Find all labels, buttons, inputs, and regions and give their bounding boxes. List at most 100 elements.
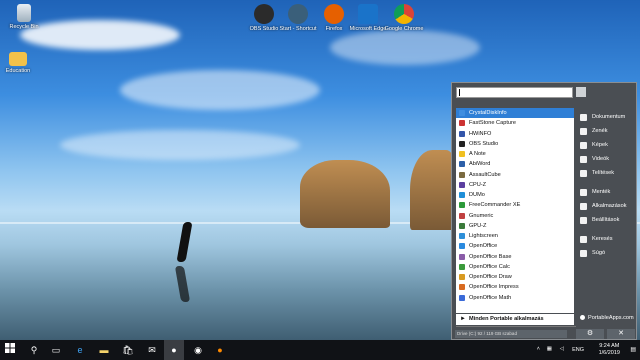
taskbar-firefox[interactable]: ●: [210, 340, 230, 360]
app-list-item[interactable]: FreeCommander XE: [456, 200, 574, 210]
portableapps-menu: CrystalDiskInfo FastStone Capture HWiNFO OB…: [451, 82, 637, 340]
abiword-icon: [459, 161, 465, 168]
side-menu-label: Súgó: [592, 250, 606, 256]
clock-date: 1/6/2019: [598, 350, 620, 356]
all-apps-button[interactable]: ► Minden Portable alkalmazás: [456, 314, 574, 325]
app-list-item[interactable]: OpenOffice Impress: [456, 282, 574, 292]
desktop-icon-label: Firefox: [325, 26, 343, 32]
app-list-item[interactable]: OpenOffice Base: [456, 252, 574, 262]
search-icon: ⚲: [30, 345, 38, 355]
windows-logo-icon: [5, 343, 15, 353]
assaultcube-icon: [459, 171, 465, 178]
recycle-bin-icon: [17, 4, 31, 22]
downloads-icon: [580, 169, 587, 177]
side-menu-item[interactable]: Alkalmazások: [578, 199, 636, 213]
portableapps-logo-icon: [580, 315, 585, 320]
chevron-up-icon[interactable]: ˄: [537, 346, 540, 352]
rock-formation: [300, 160, 390, 228]
app-label: OpenOffice Calc: [469, 263, 510, 270]
firefox-icon: ●: [217, 345, 223, 355]
gpuz-icon: [459, 222, 465, 229]
desktop-icon-recycle-bin[interactable]: Recycle Bin: [0, 4, 48, 30]
search-button[interactable]: ⚲: [24, 340, 44, 360]
app-list-item[interactable]: AssaultCube: [456, 170, 574, 180]
app-list-item[interactable]: GPU-Z: [456, 221, 574, 231]
app-list-item[interactable]: OpenOffice Calc: [456, 262, 574, 272]
chrome-icon: [394, 4, 414, 24]
freecommander-icon: [459, 202, 465, 209]
clock-time: 9:24 AM: [599, 343, 620, 349]
side-menu-item[interactable]: Menték: [578, 185, 636, 199]
app-list-item[interactable]: OpenOffice: [456, 241, 574, 251]
runner-reflection: [174, 266, 191, 302]
app-list-item[interactable]: Gnumeric: [456, 211, 574, 221]
app-label: GPU-Z: [469, 222, 487, 229]
side-menu-item[interactable]: Videók: [578, 152, 636, 166]
task-view-button[interactable]: ▭: [46, 340, 66, 360]
runner-silhouette: [176, 222, 193, 262]
app-list-item[interactable]: OpenOffice Math: [456, 293, 574, 303]
desktop-icon-label: Recycle Bin: [9, 24, 39, 30]
app-list-item[interactable]: OBS Studio: [456, 139, 574, 149]
language-indicator[interactable]: ENG: [572, 347, 584, 353]
side-menu-label: Dokumentum: [592, 114, 626, 120]
app-label: OpenOffice: [469, 243, 498, 250]
side-menu: Dokumentum Zenék Képek Videók Telítések Menté…: [578, 110, 636, 260]
close-button[interactable]: ✕: [607, 329, 635, 339]
clock[interactable]: 9:24 AM 1/6/2019: [599, 343, 620, 357]
app-list-item[interactable]: OpenOffice Draw: [456, 272, 574, 282]
portableapps-icon: ●: [171, 345, 177, 355]
gnumeric-icon: [459, 212, 465, 219]
desktop-icon-chrome[interactable]: Google Chrome: [380, 4, 428, 32]
folder-icon: [9, 52, 27, 66]
app-list-item[interactable]: FastStone Capture: [456, 118, 574, 128]
volume-icon[interactable]: ◁: [560, 346, 564, 352]
search-icon: [580, 235, 587, 243]
side-menu-label: Keresés: [592, 236, 613, 242]
app-list-item[interactable]: Lightscreen: [456, 231, 574, 241]
network-icon[interactable]: ▦: [547, 346, 552, 352]
notifications-icon[interactable]: ▤: [630, 346, 636, 353]
text-caret: [459, 89, 460, 96]
openoffice-icon: [459, 243, 465, 250]
desktop: Recycle Bin Education OBS Studio Start -…: [0, 0, 640, 340]
taskbar-file-explorer[interactable]: ▬: [94, 340, 114, 360]
app-list-item[interactable]: HWiNFO: [456, 129, 574, 139]
app-label: OpenOffice Draw: [469, 274, 512, 280]
ooo-impress-icon: [459, 284, 465, 291]
pictures-icon: [580, 141, 587, 149]
side-menu-item[interactable]: Zenék: [578, 124, 636, 138]
edge-icon: e: [77, 345, 83, 355]
options-button[interactable]: ⚙: [576, 329, 604, 339]
app-list-item[interactable]: DUMo: [456, 190, 574, 200]
app-label: OpenOffice Impress: [469, 284, 519, 291]
taskbar-edge[interactable]: e: [70, 340, 90, 360]
taskbar-mail[interactable]: ✉: [142, 340, 162, 360]
edge-icon: [358, 4, 378, 24]
side-menu-item[interactable]: Keresés: [578, 232, 636, 246]
app-list-item[interactable]: CPU-Z: [456, 180, 574, 190]
taskbar-store[interactable]: 🛍: [118, 340, 138, 360]
folder-icon: ▬: [99, 345, 109, 355]
desktop-icon-education[interactable]: Education: [0, 52, 42, 74]
side-menu-label: Zenék: [592, 128, 608, 134]
hwinfo-icon: [459, 130, 465, 137]
portableapps-brand[interactable]: PortableApps.com: [580, 315, 634, 321]
search-input[interactable]: [456, 87, 573, 98]
app-list-item[interactable]: AbiWord: [456, 159, 574, 169]
side-menu-item[interactable]: Dokumentum: [578, 110, 636, 124]
obs-icon: [254, 4, 274, 24]
side-menu-item[interactable]: Képek: [578, 138, 636, 152]
taskbar-obs[interactable]: ◉: [188, 340, 208, 360]
start-button[interactable]: [0, 340, 20, 360]
cloud: [120, 70, 320, 110]
taskbar-portableapps[interactable]: ●: [164, 340, 184, 360]
side-menu-item[interactable]: Súgó: [578, 246, 636, 260]
side-menu-item[interactable]: Beállítások: [578, 213, 636, 227]
scroll-icon[interactable]: [576, 87, 586, 97]
app-list-item[interactable]: CrystalDiskInfo: [456, 108, 574, 119]
app-list-item[interactable]: A Note: [456, 149, 574, 159]
side-menu-label: Videók: [592, 156, 610, 162]
cpuz-icon: [459, 181, 465, 188]
side-menu-item[interactable]: Telítések: [578, 166, 636, 180]
